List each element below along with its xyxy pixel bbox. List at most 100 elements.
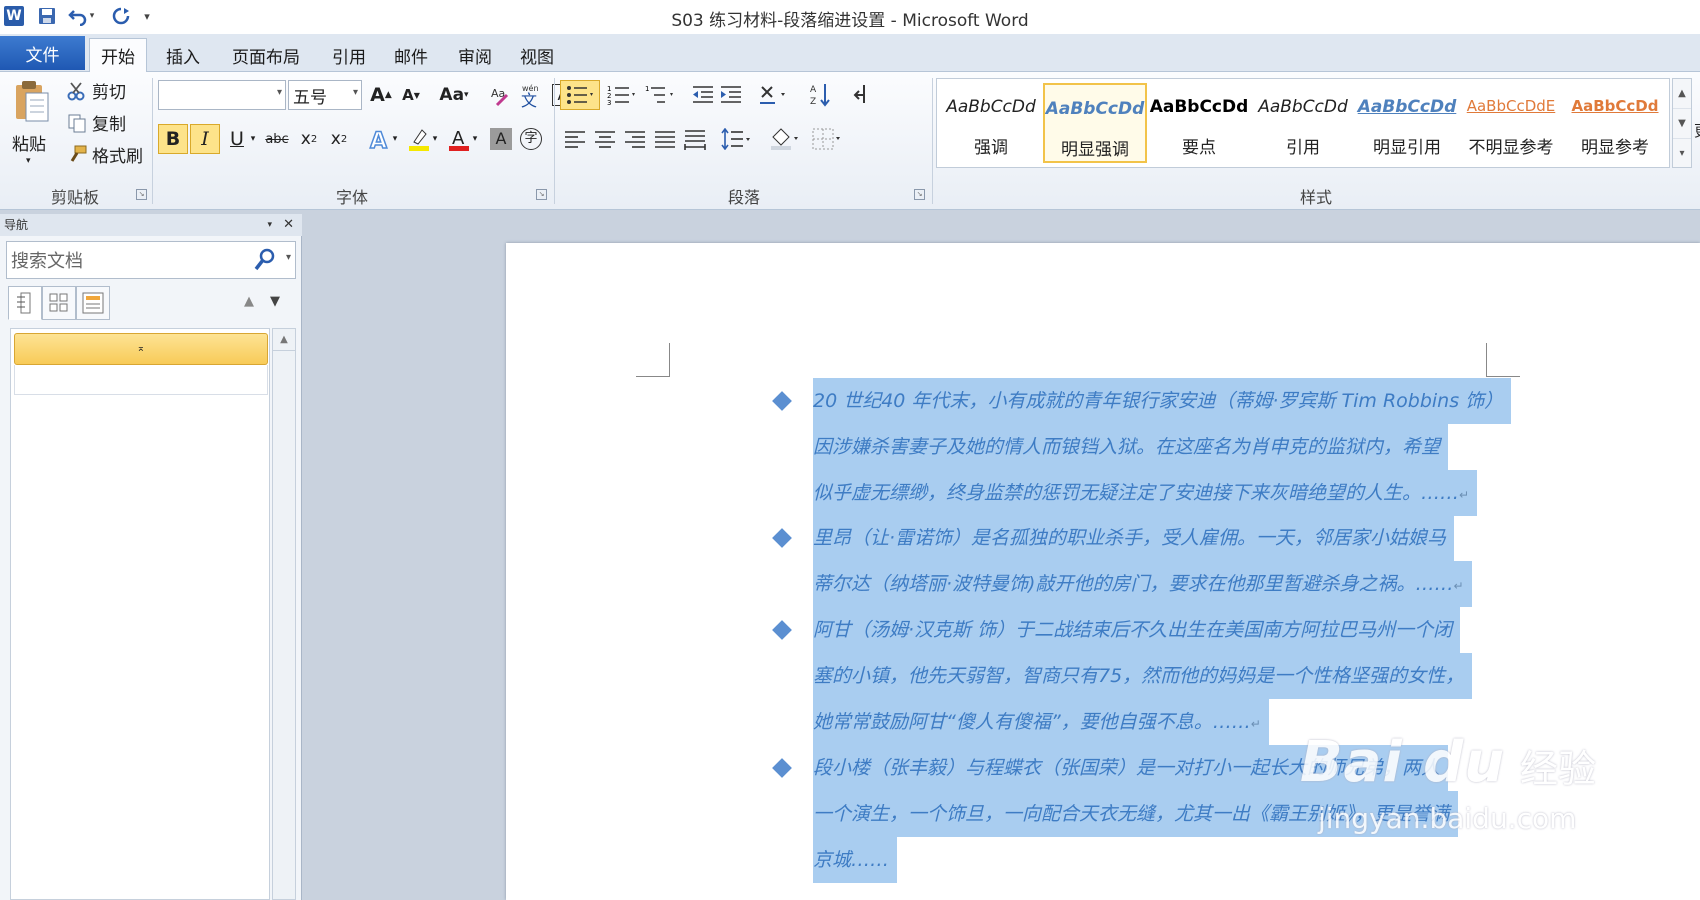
grow-font-icon[interactable]: A ▲ [366, 80, 396, 110]
phonetic-guide-icon[interactable]: wén 文 [516, 80, 546, 110]
clipboard-launcher-icon[interactable]: ↘ [136, 189, 147, 200]
style-intense-emphasis[interactable]: AaBbCcDd 明显强调 [1043, 83, 1147, 163]
tab-mailings[interactable]: 邮件 [382, 38, 440, 72]
tab-file[interactable]: 文件 [0, 36, 85, 70]
strikethrough-button[interactable]: abc [262, 124, 292, 154]
character-shading-icon[interactable]: A [486, 124, 516, 154]
tab-browse-headings[interactable] [8, 286, 42, 320]
distributed-icon[interactable] [680, 124, 710, 154]
search-dropdown-icon[interactable]: ▾ [286, 252, 291, 263]
line-spacing-icon[interactable] [718, 124, 756, 154]
bold-button[interactable]: B [158, 124, 188, 154]
sort-icon[interactable]: AZ [806, 80, 836, 110]
text-line: 京城…… [813, 837, 898, 883]
tab-home[interactable]: 开始 [89, 38, 147, 72]
shading-icon[interactable] [766, 124, 804, 154]
style-quote[interactable]: AaBbCcDd 引用 [1251, 83, 1355, 163]
svg-text:A: A [452, 128, 465, 149]
tab-insert[interactable]: 插入 [154, 38, 212, 72]
nav-heading-item-empty[interactable] [14, 365, 268, 395]
tab-browse-results[interactable] [76, 286, 110, 320]
nav-headings-list: ⌅ [10, 328, 270, 900]
change-case-icon[interactable]: Aa ▾ [434, 80, 474, 110]
gallery-up-icon[interactable]: ▲ [1673, 79, 1691, 109]
copy-button[interactable]: 复制 [92, 110, 126, 135]
svg-text:3: 3 [607, 99, 611, 107]
change-styles-button[interactable]: 更 [1694, 120, 1700, 141]
font-name-dropdown-icon: ▾ [276, 87, 282, 98]
enclose-characters-icon[interactable]: 字 [516, 124, 546, 154]
tab-references[interactable]: 引用 [320, 38, 378, 72]
list-item[interactable]: 20 世纪40 年代末，小有成就的青年银行家安迪（蒂姆·罗宾斯 Tim Robb… [813, 378, 1593, 516]
align-right-icon[interactable] [620, 124, 650, 154]
underline-dropdown-icon[interactable]: ▾ [246, 124, 260, 154]
font-name-combo[interactable]: ▾ [158, 80, 286, 110]
font-launcher-icon[interactable]: ↘ [536, 189, 547, 200]
font-size-combo[interactable]: 五号 ▾ [288, 80, 362, 110]
bullets-button[interactable] [560, 80, 600, 110]
paragraph-mark-icon: ↵ [1250, 717, 1261, 731]
nav-scrollbar[interactable]: ▲ [272, 328, 296, 900]
search-icon[interactable] [253, 247, 277, 278]
superscript-button[interactable]: x2 [324, 124, 354, 154]
bullet-diamond-icon [772, 391, 792, 411]
tab-page-layout[interactable]: 页面布局 [222, 38, 310, 72]
style-emphasis[interactable]: AaBbCcDd 强调 [939, 83, 1043, 163]
styles-gallery: AaBbCcDd 强调 AaBbCcDd 明显强调 AaBbCcDd 要点 Aa… [936, 78, 1670, 168]
show-hide-marks-icon[interactable] [846, 80, 876, 110]
style-intense-quote[interactable]: AaBbCcDd 明显引用 [1355, 83, 1459, 163]
text-line: 里昂（让·雷诺饰）是名孤独的职业杀手，受人雇佣。一天，邻居家小姑娘马 [813, 515, 1455, 561]
previous-heading-icon[interactable]: ▲ [244, 294, 254, 309]
watermark-url: jingyan.baidu.com [1318, 802, 1577, 835]
copy-icon [66, 112, 88, 134]
format-painter-button[interactable]: 格式刷 [92, 142, 143, 167]
text-line: 似乎虚无缥缈，终身监禁的惩罚无疑注定了安迪接下来灰暗绝望的人生。…… [813, 482, 1460, 504]
highlight-dropdown-icon[interactable]: ▾ [428, 124, 442, 154]
increase-indent-icon[interactable] [716, 80, 746, 110]
styles-group-label: 样式 [1299, 188, 1332, 207]
paste-dropdown-icon[interactable]: ▾ [26, 156, 31, 166]
paste-button[interactable]: 粘贴 [12, 130, 46, 155]
font-color-dropdown-icon[interactable]: ▾ [468, 124, 482, 154]
gallery-down-icon[interactable]: ▼ [1673, 109, 1691, 139]
multilevel-list-button[interactable]: 1 [642, 80, 678, 110]
watermark-brand: 经验 [1520, 747, 1597, 791]
search-input[interactable]: 搜索文档 ▾ [6, 241, 296, 279]
tab-browse-pages[interactable] [42, 286, 76, 320]
bullet-diamond-icon [772, 620, 792, 640]
style-subtle-reference[interactable]: AaBbCcDdE 不明显参考 [1459, 83, 1563, 163]
style-intense-reference[interactable]: AaBbCcDd 明显参考 [1563, 83, 1667, 163]
text-line: 蒂尔达（纳塔丽·波特曼饰)敲开他的房门，要求在他那里暂避杀身之祸。…… [813, 573, 1454, 595]
nav-pane-options-icon[interactable]: ▾ [267, 214, 272, 236]
align-left-icon[interactable] [560, 124, 590, 154]
cut-button[interactable]: 剪切 [92, 78, 126, 103]
baidu-watermark: Bai du 经验 jingyan.baidu.com [1300, 720, 1660, 840]
align-center-icon[interactable] [590, 124, 620, 154]
borders-icon[interactable] [808, 124, 846, 154]
numbering-button[interactable]: 123 [604, 80, 640, 110]
svg-text:文: 文 [521, 91, 537, 108]
text-line: 她常常鼓励阿甘“傻人有傻福”，要他自强不息。…… [813, 711, 1251, 733]
decrease-indent-icon[interactable] [688, 80, 718, 110]
tab-view[interactable]: 视图 [508, 38, 566, 72]
justify-icon[interactable] [650, 124, 680, 154]
text-line: 因涉嫌杀害妻子及她的情人而锒铛入狱。在这座名为肖申克的监狱内，希望 [813, 424, 1449, 470]
close-icon[interactable]: ✕ [283, 214, 294, 236]
svg-text:A: A [370, 129, 387, 152]
tab-review[interactable]: 审阅 [446, 38, 504, 72]
scroll-up-icon[interactable]: ▲ [273, 329, 295, 351]
style-strong[interactable]: AaBbCcDd 要点 [1147, 83, 1251, 163]
shrink-font-icon[interactable]: A ▼ [396, 80, 426, 110]
list-item[interactable]: 里昂（让·雷诺饰）是名孤独的职业杀手，受人雇佣。一天，邻居家小姑娘马 蒂尔达（纳… [813, 515, 1593, 607]
paragraph-launcher-icon[interactable]: ↘ [914, 189, 925, 200]
paste-icon[interactable] [12, 78, 52, 126]
clear-formatting-icon[interactable]: Aa [486, 80, 516, 110]
subscript-button[interactable]: x2 [294, 124, 324, 154]
nav-heading-item[interactable]: ⌅ [14, 333, 268, 365]
next-heading-icon[interactable]: ▼ [270, 294, 280, 309]
paragraph-mark-icon: ↵ [1453, 579, 1464, 593]
chinese-layout-icon[interactable] [756, 80, 794, 110]
italic-button[interactable]: I [190, 124, 220, 154]
text-effects-dropdown-icon[interactable]: ▾ [388, 124, 402, 154]
gallery-more-icon[interactable]: ▾ [1673, 139, 1691, 169]
